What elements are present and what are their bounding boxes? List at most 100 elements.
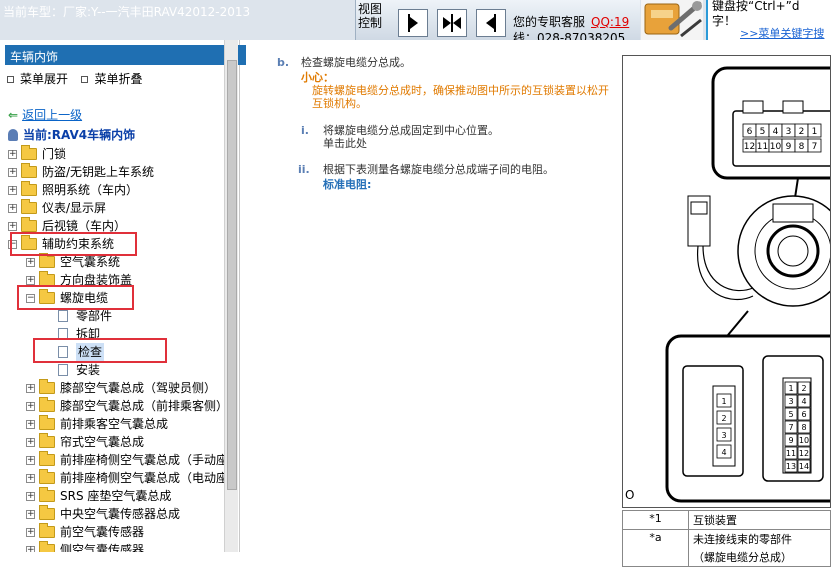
sub-ii-text: 根据下表测量各螺旋电缆分总成端子间的电阻。 (323, 163, 554, 176)
tree-item-label: 中央空气囊传感器总成 (60, 507, 181, 521)
caution-line1: 旋转螺旋电缆分总成时，确保推动图中所示的互锁装置以松开 (312, 84, 609, 97)
legend-value: 互锁装置 (688, 510, 831, 530)
tree-item-door-lock[interactable]: + 门锁 (8, 145, 66, 163)
expand-plus-icon[interactable]: + (26, 473, 35, 483)
menu-actions: 菜单展开 菜单折叠 (5, 70, 142, 87)
sub-i-line1: 将螺旋电缆分总成固定到中心位置。 (323, 124, 499, 137)
tree-item-label: 防盗/无钥匙上车系统 (42, 165, 155, 179)
tree-item-label: 膝部空气囊总成（前排乘客侧） (60, 399, 224, 413)
connector-pin-label: 2 (801, 384, 806, 393)
car-model-title: 当前车型：厂家:Y--一汽丰田RAV42012-2013 (3, 5, 251, 19)
collapse-menu-button[interactable]: 菜单折叠 (79, 72, 142, 86)
repair-tools-icon (641, 0, 703, 40)
tree-item-lighting[interactable]: + 照明系统（车内） (8, 181, 138, 199)
tree-item-label: 安装 (76, 363, 101, 377)
tree-item-side-airbag-manual[interactable]: + 前排座椅侧空气囊总成（手动座椅 (26, 451, 224, 469)
arrow-left-icon (453, 17, 461, 29)
tree-item-label: 照明系统（车内） (42, 183, 139, 197)
connector-pin-label: 9 (786, 142, 792, 152)
customer-service-text: 您的专职客服 QQ:19 (513, 13, 629, 30)
connector-pin-label: 9 (788, 436, 793, 445)
expand-plus-icon[interactable]: + (8, 185, 17, 195)
expand-plus-icon[interactable]: + (26, 419, 35, 429)
connector-pin-label: 3 (786, 127, 792, 137)
back-link[interactable]: ⇐ 返回上一级 (8, 106, 82, 123)
scrollbar-thumb[interactable] (227, 60, 237, 490)
expand-right-button[interactable] (398, 9, 428, 37)
tree-item-label: 前空气囊传感器 (60, 525, 145, 539)
tree-item-curtain-airbag[interactable]: + 帘式空气囊总成 (26, 433, 144, 451)
expand-plus-icon[interactable]: + (26, 509, 35, 519)
expand-plus-icon[interactable]: + (26, 455, 35, 465)
expand-plus-icon[interactable]: + (26, 257, 35, 267)
tree-item-side-airbag-power[interactable]: + 前排座椅侧空气囊总成（电动座椅 (26, 469, 224, 487)
tree-item-anti-theft[interactable]: + 防盗/无钥匙上车系统 (8, 163, 154, 181)
tree-item-knee-airbag-passenger[interactable]: + 膝部空气囊总成（前排乘客侧） (26, 397, 224, 415)
folder-icon (39, 415, 55, 430)
expand-plus-icon[interactable]: + (8, 149, 17, 159)
tree-item-knee-airbag-driver[interactable]: + 膝部空气囊总成（驾驶员侧） (26, 379, 216, 397)
connector-pin-label: 5 (788, 410, 793, 419)
location-icon (8, 129, 18, 141)
tree-item-label: 帘式空气囊总成 (60, 435, 145, 449)
tree-item-label: 门锁 (42, 147, 67, 161)
qq-link[interactable]: QQ:19 (591, 15, 629, 29)
expand-menu-button[interactable]: 菜单展开 (5, 72, 68, 86)
folder-icon (39, 505, 55, 520)
tree-item-label: SRS 座垫空气囊总成 (60, 489, 172, 503)
sidebar: 车辆内饰 菜单展开 菜单折叠 ⇐ 返回上一级 当前:RAV4车辆内饰 + 门锁 + 防… (0, 40, 246, 552)
expand-left-button[interactable] (476, 9, 506, 37)
expand-icon (7, 75, 14, 83)
legend-table: *1 互锁装置 *a 未连接线束的零部件 （螺旋电缆分总成） (622, 510, 831, 567)
divider-bar-icon (494, 14, 496, 32)
tree-item-passenger-airbag[interactable]: + 前排乘客空气囊总成 (26, 415, 168, 433)
document-icon (58, 310, 68, 322)
expand-plus-icon[interactable]: + (26, 545, 35, 552)
folder-icon (39, 487, 55, 502)
tree-item-label: 侧空气囊传感器 (60, 543, 145, 552)
split-view-button[interactable] (437, 9, 467, 37)
folder-icon (39, 433, 55, 448)
expand-plus-icon[interactable]: + (26, 491, 35, 501)
connector-pin-label: 11 (757, 142, 768, 152)
collapse-menu-label: 菜单折叠 (94, 72, 143, 86)
connector-top-row2: 12 11 10 9 8 7 (742, 138, 822, 153)
caution-title: 小心： (301, 71, 334, 84)
connector-pin-label: 5 (760, 127, 766, 137)
expand-plus-icon[interactable]: + (26, 383, 35, 393)
expand-plus-icon[interactable]: + (8, 203, 17, 213)
sidebar-scrollbar[interactable] (224, 40, 238, 552)
keyword-search-link[interactable]: >>菜单关键字搜 (740, 25, 824, 41)
tree-item-center-sensor[interactable]: + 中央空气囊传感器总成 (26, 505, 180, 523)
tree-item-installation[interactable]: 安装 (58, 361, 100, 379)
tree-item-srs-cushion-airbag[interactable]: + SRS 座垫空气囊总成 (26, 487, 171, 505)
expand-plus-icon[interactable]: + (26, 275, 35, 285)
expand-plus-icon[interactable]: + (26, 437, 35, 447)
tree-item-instrument[interactable]: + 仪表/显示屏 (8, 199, 106, 217)
tip-text-line2: 字！ (712, 14, 737, 28)
tree-item-side-sensor[interactable]: + 侧空气囊传感器 (26, 541, 144, 552)
folder-icon (39, 379, 55, 394)
expand-plus-icon[interactable]: + (8, 221, 17, 231)
click-here-link[interactable]: 单击此处 (323, 137, 367, 150)
current-node-label: 当前:RAV4车辆内饰 (23, 128, 136, 142)
tree-item-front-sensor[interactable]: + 前空气囊传感器 (26, 523, 144, 541)
table-row: *1 互锁装置 (622, 510, 831, 530)
expand-menu-label: 菜单展开 (20, 72, 69, 86)
tree-item-label: 前排乘客空气囊总成 (60, 417, 169, 431)
diagram-label-o: O (625, 488, 635, 502)
collapse-icon (81, 75, 89, 83)
spiral-cable-diagram: 654321 12 11 10 9 8 7 1234 1 3 5 7 9 11 13 2 4 6 8 10 12 1… (622, 55, 831, 508)
expand-plus-icon[interactable]: + (8, 167, 17, 177)
folder-icon (21, 145, 37, 160)
connector-pin-label: 1 (721, 397, 726, 406)
expand-plus-icon[interactable]: + (26, 401, 35, 411)
legend-key: *a (622, 529, 689, 567)
connector-pin-label: 11 (786, 449, 796, 458)
table-row: *a 未连接线束的零部件 (622, 529, 831, 567)
connector-top-row1: 654321 (742, 123, 822, 138)
connector-pin-label: 12 (744, 142, 755, 152)
folder-icon (39, 523, 55, 538)
tree-item-label: 膝部空气囊总成（驾驶员侧） (60, 381, 217, 395)
expand-plus-icon[interactable]: + (26, 527, 35, 537)
